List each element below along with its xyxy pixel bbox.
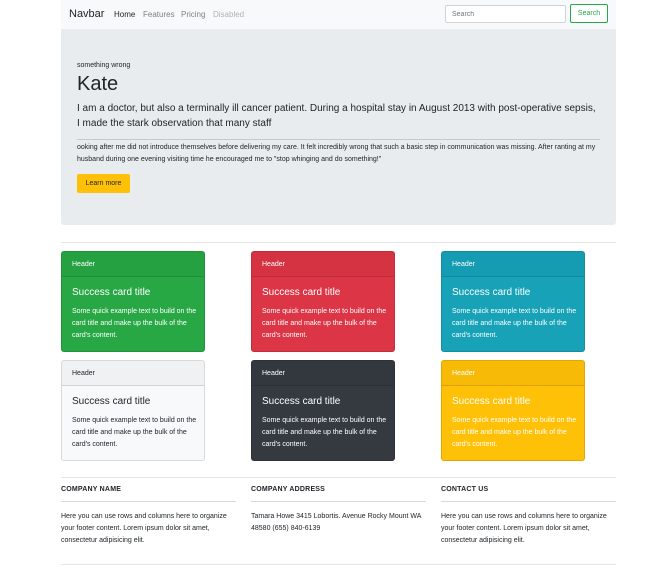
footer-divider-bottom — [61, 564, 616, 565]
jumbotron-title: Kate — [77, 73, 119, 95]
card-dark: Header Success card title Some quick exa… — [251, 360, 395, 461]
jumbotron-body: ooking after me did not introduce themse… — [77, 144, 596, 163]
footer-divider-top — [61, 477, 616, 478]
jumbotron: something wrong Kate I am a doctor, but … — [61, 29, 616, 225]
card-text: Some quick example text to build on the … — [452, 417, 577, 448]
card-danger: Header Success card title Some quick exa… — [251, 251, 395, 352]
search-button[interactable]: Search — [570, 4, 608, 23]
card-title: Success card title — [262, 287, 341, 298]
card-success: Header Success card title Some quick exa… — [61, 251, 205, 352]
card-title: Success card title — [72, 287, 151, 298]
card-title: Success card title — [262, 396, 341, 407]
card-title: Success card title — [452, 287, 531, 298]
footer-heading: COMPANY NAME — [61, 486, 122, 493]
card-header: Header — [442, 361, 584, 386]
card-info: Header Success card title Some quick exa… — [441, 251, 585, 352]
footer-column-company-name: COMPANY NAME Here you can use rows and c… — [61, 486, 236, 547]
navbar-brand[interactable]: Navbar — [69, 8, 104, 20]
card-light: Header Success card title Some quick exa… — [61, 360, 205, 461]
footer-heading: CONTACT US — [441, 486, 489, 493]
card-text: Some quick example text to build on the … — [452, 308, 577, 339]
card-text: Some quick example text to build on the … — [262, 417, 387, 448]
jumbotron-kicker: something wrong — [77, 62, 131, 69]
section-divider — [61, 242, 616, 243]
footer-text: Here you can use rows and columns here t… — [441, 513, 607, 544]
card-header: Header — [62, 252, 204, 277]
footer-text: Here you can use rows and columns here t… — [61, 513, 227, 544]
card-title: Success card title — [452, 396, 531, 407]
footer-column-company-address: COMPANY ADDRESS Tamara Howe 3415 Loborti… — [251, 486, 426, 535]
learn-more-button[interactable]: Learn more — [77, 174, 130, 193]
card-text: Some quick example text to build on the … — [72, 417, 197, 448]
card-warning: Header Success card title Some quick exa… — [441, 360, 585, 461]
nav-link-home[interactable]: Home — [114, 10, 135, 19]
card-text: Some quick example text to build on the … — [72, 308, 197, 339]
jumbotron-lead: I am a doctor, but also a terminally ill… — [77, 103, 596, 129]
footer-heading-divider — [441, 501, 616, 502]
navbar: Navbar Home Features Pricing Disabled Se… — [61, 0, 616, 29]
footer-heading: COMPANY ADDRESS — [251, 486, 326, 493]
footer-column-contact-us: CONTACT US Here you can use rows and col… — [441, 486, 616, 547]
card-header: Header — [442, 252, 584, 277]
footer-heading-divider — [251, 501, 426, 502]
card-header: Header — [252, 252, 394, 277]
nav-link-features[interactable]: Features — [143, 10, 175, 19]
card-text: Some quick example text to build on the … — [262, 308, 387, 339]
jumbotron-divider — [77, 139, 600, 140]
card-header: Header — [62, 361, 204, 386]
card-title: Success card title — [72, 396, 151, 407]
footer-heading-divider — [61, 501, 236, 502]
footer-text: Tamara Howe 3415 Lobortis. Avenue Rocky … — [251, 513, 422, 532]
search-input[interactable] — [445, 5, 566, 23]
card-header: Header — [252, 361, 394, 386]
nav-link-disabled: Disabled — [213, 10, 245, 19]
nav-link-pricing[interactable]: Pricing — [181, 10, 205, 19]
